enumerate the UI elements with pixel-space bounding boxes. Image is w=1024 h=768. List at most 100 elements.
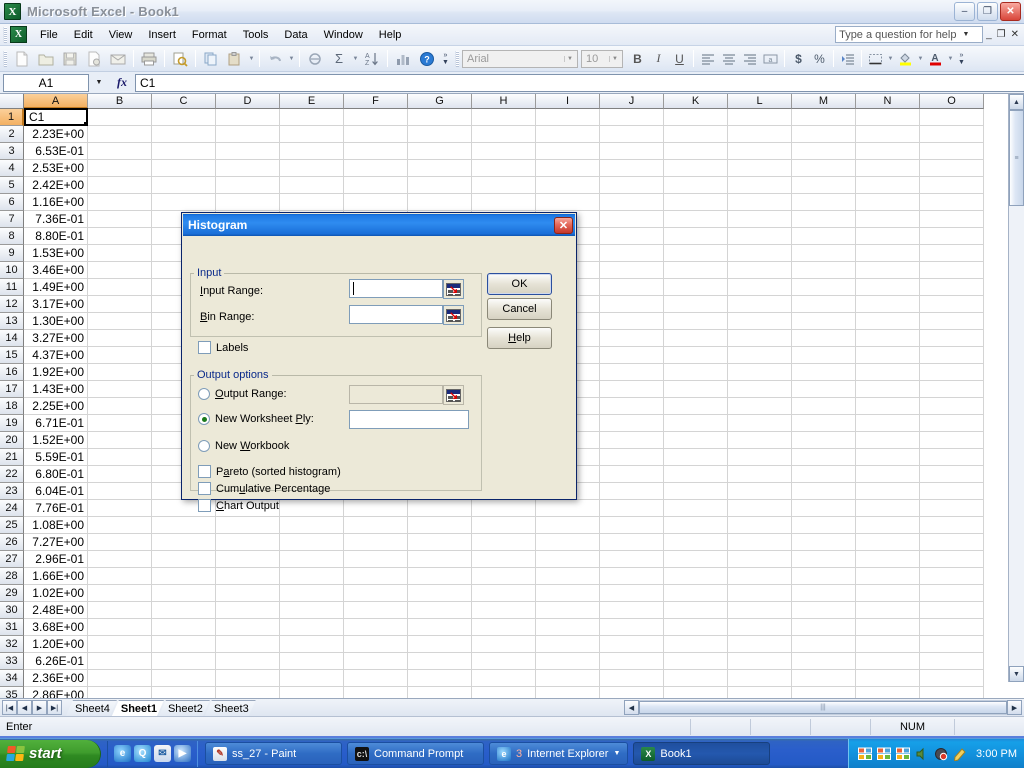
vertical-scrollbar[interactable]: ▲ ≡ ▼ — [1008, 94, 1024, 682]
row-header-33[interactable]: 33 — [0, 653, 24, 670]
row-header-22[interactable]: 22 — [0, 466, 24, 483]
cell-D1[interactable] — [216, 109, 280, 126]
cell-H27[interactable] — [472, 551, 536, 568]
cell-A16[interactable]: 1.92E+00 — [24, 364, 88, 381]
cell-C3[interactable] — [152, 143, 216, 160]
cell-M24[interactable] — [792, 500, 856, 517]
currency-button[interactable]: $ — [788, 48, 809, 69]
cell-E32[interactable] — [280, 636, 344, 653]
cell-A20[interactable]: 1.52E+00 — [24, 432, 88, 449]
cell-O34[interactable] — [920, 670, 984, 687]
row-header-23[interactable]: 23 — [0, 483, 24, 500]
chevron-down-icon[interactable]: ▼ — [247, 56, 256, 62]
cell-M15[interactable] — [792, 347, 856, 364]
formatting-overflow-button[interactable]: » ▼ — [955, 48, 968, 70]
cell-H28[interactable] — [472, 568, 536, 585]
ok-button[interactable]: OK — [487, 273, 552, 295]
cell-E27[interactable] — [280, 551, 344, 568]
cell-G5[interactable] — [408, 177, 472, 194]
row-header-20[interactable]: 20 — [0, 432, 24, 449]
cell-H25[interactable] — [472, 517, 536, 534]
cell-C5[interactable] — [152, 177, 216, 194]
cell-O15[interactable] — [920, 347, 984, 364]
restore-button[interactable]: ❐ — [977, 2, 998, 21]
labels-checkbox[interactable]: Labels — [198, 341, 248, 354]
network-icon[interactable] — [876, 746, 891, 761]
cell-K32[interactable] — [664, 636, 728, 653]
row-header-8[interactable]: 8 — [0, 228, 24, 245]
cell-B13[interactable] — [88, 313, 152, 330]
cell-B6[interactable] — [88, 194, 152, 211]
cell-D29[interactable] — [216, 585, 280, 602]
percent-button[interactable]: % — [809, 48, 830, 69]
cell-G1[interactable] — [408, 109, 472, 126]
shield-icon[interactable] — [933, 746, 948, 761]
cell-K26[interactable] — [664, 534, 728, 551]
column-header-c[interactable]: C — [152, 94, 216, 109]
cell-B20[interactable] — [88, 432, 152, 449]
column-header-a[interactable]: A — [24, 94, 88, 109]
cell-M33[interactable] — [792, 653, 856, 670]
cell-F5[interactable] — [344, 177, 408, 194]
cell-N9[interactable] — [856, 245, 920, 262]
cell-F28[interactable] — [344, 568, 408, 585]
cell-C31[interactable] — [152, 619, 216, 636]
cell-N27[interactable] — [856, 551, 920, 568]
borders-button[interactable] — [865, 48, 886, 69]
cell-C2[interactable] — [152, 126, 216, 143]
cell-N34[interactable] — [856, 670, 920, 687]
cell-F34[interactable] — [344, 670, 408, 687]
cell-L7[interactable] — [728, 211, 792, 228]
cell-K8[interactable] — [664, 228, 728, 245]
cell-O2[interactable] — [920, 126, 984, 143]
cell-O33[interactable] — [920, 653, 984, 670]
cell-H29[interactable] — [472, 585, 536, 602]
cell-L30[interactable] — [728, 602, 792, 619]
cell-J29[interactable] — [600, 585, 664, 602]
name-box[interactable]: A1 — [3, 73, 89, 92]
cell-L33[interactable] — [728, 653, 792, 670]
cell-J22[interactable] — [600, 466, 664, 483]
cell-G29[interactable] — [408, 585, 472, 602]
cell-F2[interactable] — [344, 126, 408, 143]
menu-file[interactable]: File — [32, 26, 66, 44]
row-header-14[interactable]: 14 — [0, 330, 24, 347]
cell-N15[interactable] — [856, 347, 920, 364]
checkbox-box[interactable] — [198, 499, 211, 512]
cell-N31[interactable] — [856, 619, 920, 636]
taskbar-button[interactable]: ✎ ss_27 - Paint — [205, 742, 342, 765]
fill-color-button[interactable] — [895, 48, 916, 69]
cell-K34[interactable] — [664, 670, 728, 687]
cell-D26[interactable] — [216, 534, 280, 551]
cell-N10[interactable] — [856, 262, 920, 279]
cell-B8[interactable] — [88, 228, 152, 245]
new-icon[interactable] — [11, 48, 33, 70]
cell-K2[interactable] — [664, 126, 728, 143]
merge-and-center-button[interactable]: a — [760, 48, 781, 69]
help-icon[interactable]: ? — [416, 48, 438, 70]
scroll-right-button[interactable]: ▶ — [1007, 700, 1022, 715]
cell-A6[interactable]: 1.16E+00 — [24, 194, 88, 211]
cell-J25[interactable] — [600, 517, 664, 534]
new-workbook-radio[interactable]: New Workbook — [198, 440, 289, 452]
cell-L27[interactable] — [728, 551, 792, 568]
row-header-31[interactable]: 31 — [0, 619, 24, 636]
cell-G24[interactable] — [408, 500, 472, 517]
cell-E1[interactable] — [280, 109, 344, 126]
cell-D28[interactable] — [216, 568, 280, 585]
cell-I5[interactable] — [536, 177, 600, 194]
checkbox-box[interactable] — [198, 465, 211, 478]
cell-M14[interactable] — [792, 330, 856, 347]
cell-O18[interactable] — [920, 398, 984, 415]
cell-O4[interactable] — [920, 160, 984, 177]
cell-L10[interactable] — [728, 262, 792, 279]
chevron-down-icon[interactable]: ▼ — [886, 56, 895, 62]
cell-L34[interactable] — [728, 670, 792, 687]
cell-G4[interactable] — [408, 160, 472, 177]
cell-F29[interactable] — [344, 585, 408, 602]
cell-J6[interactable] — [600, 194, 664, 211]
cell-H5[interactable] — [472, 177, 536, 194]
cell-B17[interactable] — [88, 381, 152, 398]
cell-N24[interactable] — [856, 500, 920, 517]
cell-O11[interactable] — [920, 279, 984, 296]
